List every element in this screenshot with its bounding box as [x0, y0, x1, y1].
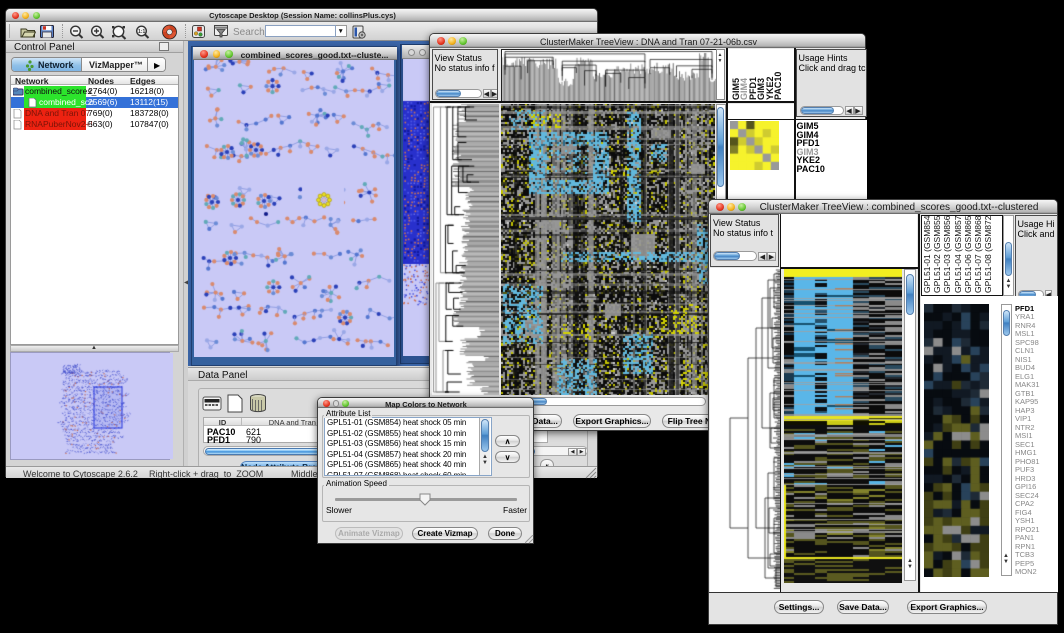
- svg-text:1:1: 1:1: [138, 29, 145, 35]
